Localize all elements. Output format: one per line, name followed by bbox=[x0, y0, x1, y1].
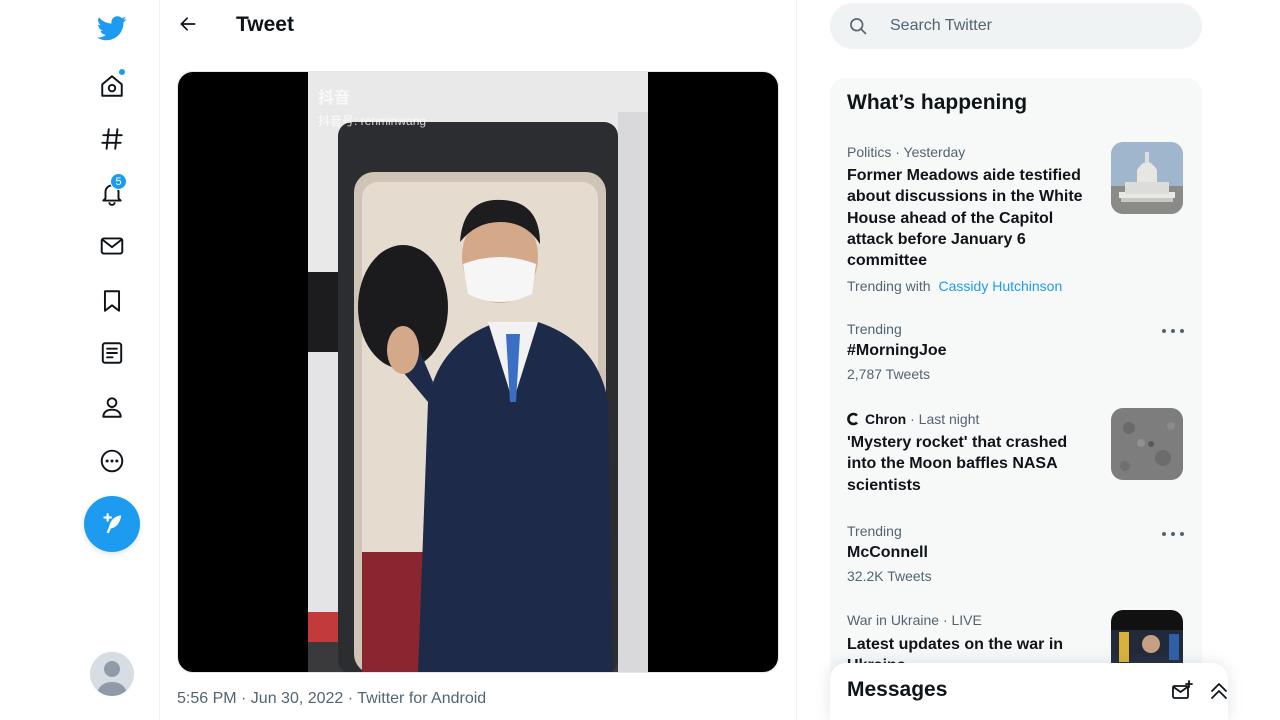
trend-title: 'Mystery rocket' that crashed into the M… bbox=[847, 434, 1068, 494]
trend-thumbnail-capitol bbox=[1111, 142, 1183, 214]
profile-icon[interactable] bbox=[90, 385, 134, 429]
trend-source: Chron bbox=[865, 411, 907, 427]
left-navigation: 5 bbox=[0, 0, 160, 720]
account-avatar[interactable] bbox=[90, 652, 134, 696]
video-watermark-logo: 抖音 bbox=[318, 90, 351, 107]
back-arrow-icon bbox=[180, 17, 196, 31]
video-watermark-id: 抖音号: renminwang bbox=[318, 114, 427, 128]
explore-hashtag-icon[interactable] bbox=[90, 117, 134, 161]
compose-tweet-button[interactable] bbox=[84, 496, 140, 552]
video-frame: 抖音 抖音号: renminwang bbox=[308, 72, 648, 672]
tweet-timestamp[interactable]: 5:56 PM · Jun 30, 2022 · Twitter for And… bbox=[177, 690, 486, 708]
trend-more-icon[interactable] bbox=[1162, 527, 1184, 541]
video-still-image bbox=[308, 72, 648, 672]
trend-meta: Politics · Yesterday bbox=[847, 144, 966, 160]
lists-icon[interactable] bbox=[90, 331, 134, 375]
trend-meta: War in Ukraine · LIVE bbox=[847, 612, 982, 628]
trend-count: 2,787 Tweets bbox=[847, 366, 931, 382]
trend-title: McConnell bbox=[847, 544, 928, 561]
notifications-bell-icon[interactable]: 5 bbox=[90, 171, 134, 215]
search-input[interactable] bbox=[890, 3, 1180, 49]
trend-item[interactable]: Trending #MorningJoe 2,787 Tweets bbox=[830, 314, 1202, 394]
back-button[interactable] bbox=[170, 6, 206, 42]
search-bar[interactable] bbox=[830, 3, 1202, 49]
tweet-header: Tweet bbox=[160, 0, 796, 52]
page-title: Tweet bbox=[236, 13, 294, 36]
trend-thumbnail-moon bbox=[1111, 408, 1183, 480]
expand-chevron-icon[interactable] bbox=[1207, 679, 1231, 703]
trend-item[interactable]: Trending McConnell 32.2K Tweets bbox=[830, 516, 1202, 596]
messages-drawer[interactable]: Messages bbox=[830, 663, 1228, 720]
trend-context-link[interactable]: Cassidy Hutchinson bbox=[939, 278, 1063, 294]
more-options-icon[interactable] bbox=[90, 439, 134, 483]
trend-item[interactable]: Politics · Yesterday Former Meadows aide… bbox=[830, 134, 1202, 304]
trend-context: Trending with Cassidy Hutchinson bbox=[847, 278, 1062, 294]
main-column: Tweet 抖音 抖音号: renminwang 5:56 PM · Jun 3… bbox=[160, 0, 797, 720]
twitter-logo-icon[interactable] bbox=[90, 6, 134, 50]
trend-count: 32.2K Tweets bbox=[847, 568, 932, 584]
chron-logo-icon bbox=[847, 412, 858, 426]
unread-dot bbox=[118, 68, 126, 76]
new-message-icon[interactable] bbox=[1170, 679, 1194, 703]
trend-meta-line: Chron · Last night bbox=[847, 411, 979, 427]
trend-meta: · Last night bbox=[910, 411, 980, 427]
panel-title: What’s happening bbox=[847, 91, 1028, 114]
notifications-badge: 5 bbox=[110, 173, 127, 190]
search-icon bbox=[850, 18, 867, 35]
messages-title: Messages bbox=[847, 678, 948, 701]
trend-item[interactable]: Chron · Last night 'Mystery rocket' that… bbox=[830, 404, 1202, 504]
trend-more-icon[interactable] bbox=[1162, 324, 1184, 338]
bookmarks-icon[interactable] bbox=[90, 279, 134, 323]
trend-context-label: Trending with bbox=[847, 278, 931, 294]
trend-meta: Trending bbox=[847, 523, 902, 539]
feather-plus-icon bbox=[103, 513, 122, 534]
whats-happening-panel: What’s happening Politics · Yesterday Fo… bbox=[830, 78, 1202, 720]
tweet-video-player[interactable]: 抖音 抖音号: renminwang bbox=[177, 71, 779, 673]
trend-title: #MorningJoe bbox=[847, 342, 947, 359]
trend-meta: Trending bbox=[847, 321, 902, 337]
home-icon[interactable] bbox=[90, 64, 134, 108]
messages-envelope-icon[interactable] bbox=[90, 224, 134, 268]
trend-title: Former Meadows aide testified about disc… bbox=[847, 167, 1083, 270]
